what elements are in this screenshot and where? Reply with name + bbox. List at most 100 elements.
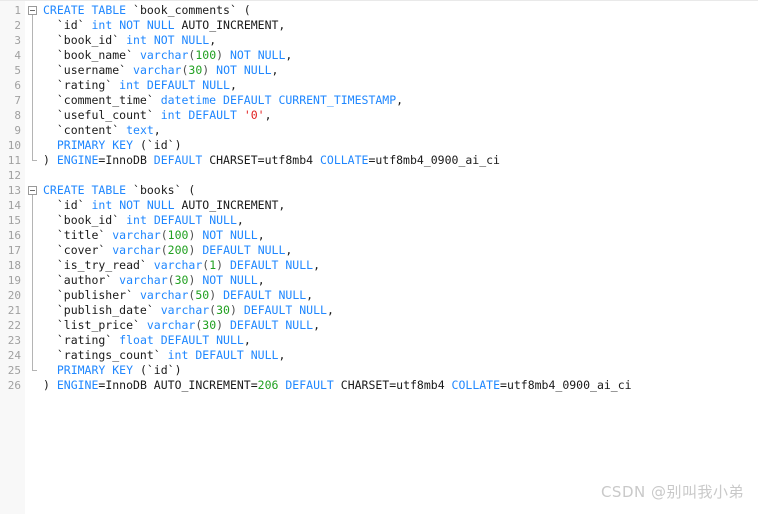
token-kw: varchar [153, 258, 203, 272]
token-id: `useful_count` [43, 108, 161, 122]
token-id: `id` [43, 198, 92, 212]
line-number: 18 [7, 259, 21, 272]
token-kw: CREATE [43, 3, 85, 17]
code-line-text[interactable]: `content` text, [43, 123, 161, 138]
token-kw: COLLATE [319, 153, 369, 167]
token-num: 200 [167, 243, 189, 257]
token-kw: TABLE [91, 3, 127, 17]
code-line-text[interactable]: `cover` varchar(200) DEFAULT NULL, [43, 243, 293, 258]
token-id: , [313, 318, 321, 332]
code-line-text[interactable]: PRIMARY KEY (`id`) [43, 138, 182, 153]
line-number: 20 [7, 289, 21, 302]
code-folding-strip[interactable] [25, 1, 43, 514]
code-line-text[interactable]: `is_try_read` varchar(1) DEFAULT NULL, [43, 258, 320, 273]
token-kw: DEFAULT [223, 93, 272, 107]
code-line-text[interactable]: `book_id` int NOT NULL, [43, 33, 216, 48]
token-kw: varchar [112, 243, 161, 257]
token-id: ) [43, 153, 57, 167]
token-id: , [209, 33, 217, 47]
token-kw: varchar [119, 273, 168, 287]
code-line-text[interactable]: PRIMARY KEY (`id`) [43, 363, 182, 378]
token-id: , [243, 333, 251, 347]
code-line-text[interactable]: ) ENGINE=InnoDB DEFAULT CHARSET=utf8mb4 … [43, 153, 500, 168]
fold-toggle-icon[interactable] [28, 186, 37, 195]
line-number: 12 [7, 169, 21, 182]
token-id: `book_comments` ( [126, 3, 251, 17]
code-line-text[interactable]: `id` int NOT NULL AUTO_INCREMENT, [43, 18, 286, 33]
token-kw: NOT NULL [119, 198, 175, 212]
token-id: `book_name` [43, 48, 140, 62]
token-kw: DEFAULT NULL [202, 243, 286, 257]
line-number: 15 [7, 214, 21, 227]
line-number: 13 [7, 184, 21, 197]
line-number: 3 [14, 34, 21, 47]
token-kw: NOT NULL [202, 273, 258, 287]
token-kw: float [119, 333, 154, 347]
token-id: `content` [43, 123, 127, 137]
line-number: 8 [14, 109, 21, 122]
line-number: 17 [7, 244, 21, 257]
token-kw: DEFAULT [188, 108, 237, 122]
token-id: , [326, 303, 334, 317]
token-id: , [229, 78, 237, 92]
code-line-text[interactable]: CREATE TABLE `book_comments` ( [43, 3, 251, 18]
token-pun: ) [229, 303, 237, 317]
code-line-text[interactable]: `author` varchar(30) NOT NULL, [43, 273, 265, 288]
token-kw: int [160, 108, 182, 122]
token-num: 50 [195, 288, 210, 302]
code-line-text[interactable]: CREATE TABLE `books` ( [43, 183, 195, 198]
code-line-text[interactable]: `rating` float DEFAULT NULL, [43, 333, 251, 348]
token-kw: DEFAULT NULL [195, 348, 279, 362]
code-line-text[interactable]: `rating` int DEFAULT NULL, [43, 78, 237, 93]
code-line-text[interactable]: `ratings_count` int DEFAULT NULL, [43, 348, 286, 363]
code-line-text[interactable]: `publisher` varchar(50) DEFAULT NULL, [43, 288, 313, 303]
code-line-text[interactable]: ) ENGINE=InnoDB AUTO_INCREMENT=206 DEFAU… [43, 378, 632, 393]
token-id: , [257, 228, 265, 242]
code-line-text[interactable]: `comment_time` datetime DEFAULT CURRENT_… [43, 93, 403, 108]
token-kw: NOT NULL [202, 228, 258, 242]
code-line-text[interactable]: `list_price` varchar(30) DEFAULT NULL, [43, 318, 320, 333]
code-line-text[interactable]: `book_id` int DEFAULT NULL, [43, 213, 244, 228]
token-kw: DEFAULT NULL [153, 213, 237, 227]
token-id: CHARSET=utf8mb4 [202, 153, 320, 167]
token-id: `book_id` [43, 213, 127, 227]
token-kw: varchar [139, 48, 189, 62]
code-line-text[interactable]: `book_name` varchar(100) NOT NULL, [43, 48, 292, 63]
code-line-text[interactable]: `useful_count` int DEFAULT '0', [43, 108, 272, 123]
sql-code-editor[interactable]: 1 CREATE TABLE `book_comments` (2 `id` in… [0, 0, 758, 514]
code-line-text[interactable]: `publish_date` varchar(30) DEFAULT NULL, [43, 303, 334, 318]
token-kw: varchar [146, 318, 196, 332]
token-id: `rating` [43, 78, 120, 92]
token-pun: ( [167, 273, 175, 287]
token-kw: DEFAULT NULL [160, 333, 244, 347]
token-id: CHARSET=utf8mb4 [333, 378, 452, 392]
token-id: `id` [43, 18, 92, 32]
fold-toggle-icon[interactable] [28, 6, 37, 15]
token-kw: varchar [112, 228, 161, 242]
token-id: `books` ( [126, 183, 196, 197]
token-id: `publish_date` [43, 303, 161, 317]
token-kw: varchar [133, 63, 182, 77]
token-id: (`id`) [133, 138, 182, 152]
token-kw: TABLE [91, 183, 127, 197]
code-line-text[interactable]: `id` int NOT NULL AUTO_INCREMENT, [43, 198, 286, 213]
line-number: 25 [7, 364, 21, 377]
token-kw: int [91, 198, 113, 212]
code-line-text[interactable]: `title` varchar(100) NOT NULL, [43, 228, 265, 243]
token-kw: DEFAULT NULL [223, 288, 307, 302]
code-line-text[interactable]: `username` varchar(30) NOT NULL, [43, 63, 279, 78]
token-kw: NOT NULL [216, 63, 272, 77]
line-number: 5 [14, 64, 21, 77]
token-id: `rating` [43, 333, 120, 347]
token-id: =InnoDB AUTO_INCREMENT= [98, 378, 258, 392]
token-id: , [278, 348, 286, 362]
line-number: 26 [7, 379, 21, 392]
line-number: 7 [14, 94, 21, 107]
fold-guide-line [32, 195, 33, 370]
token-kw: DEFAULT NULL [230, 318, 314, 332]
